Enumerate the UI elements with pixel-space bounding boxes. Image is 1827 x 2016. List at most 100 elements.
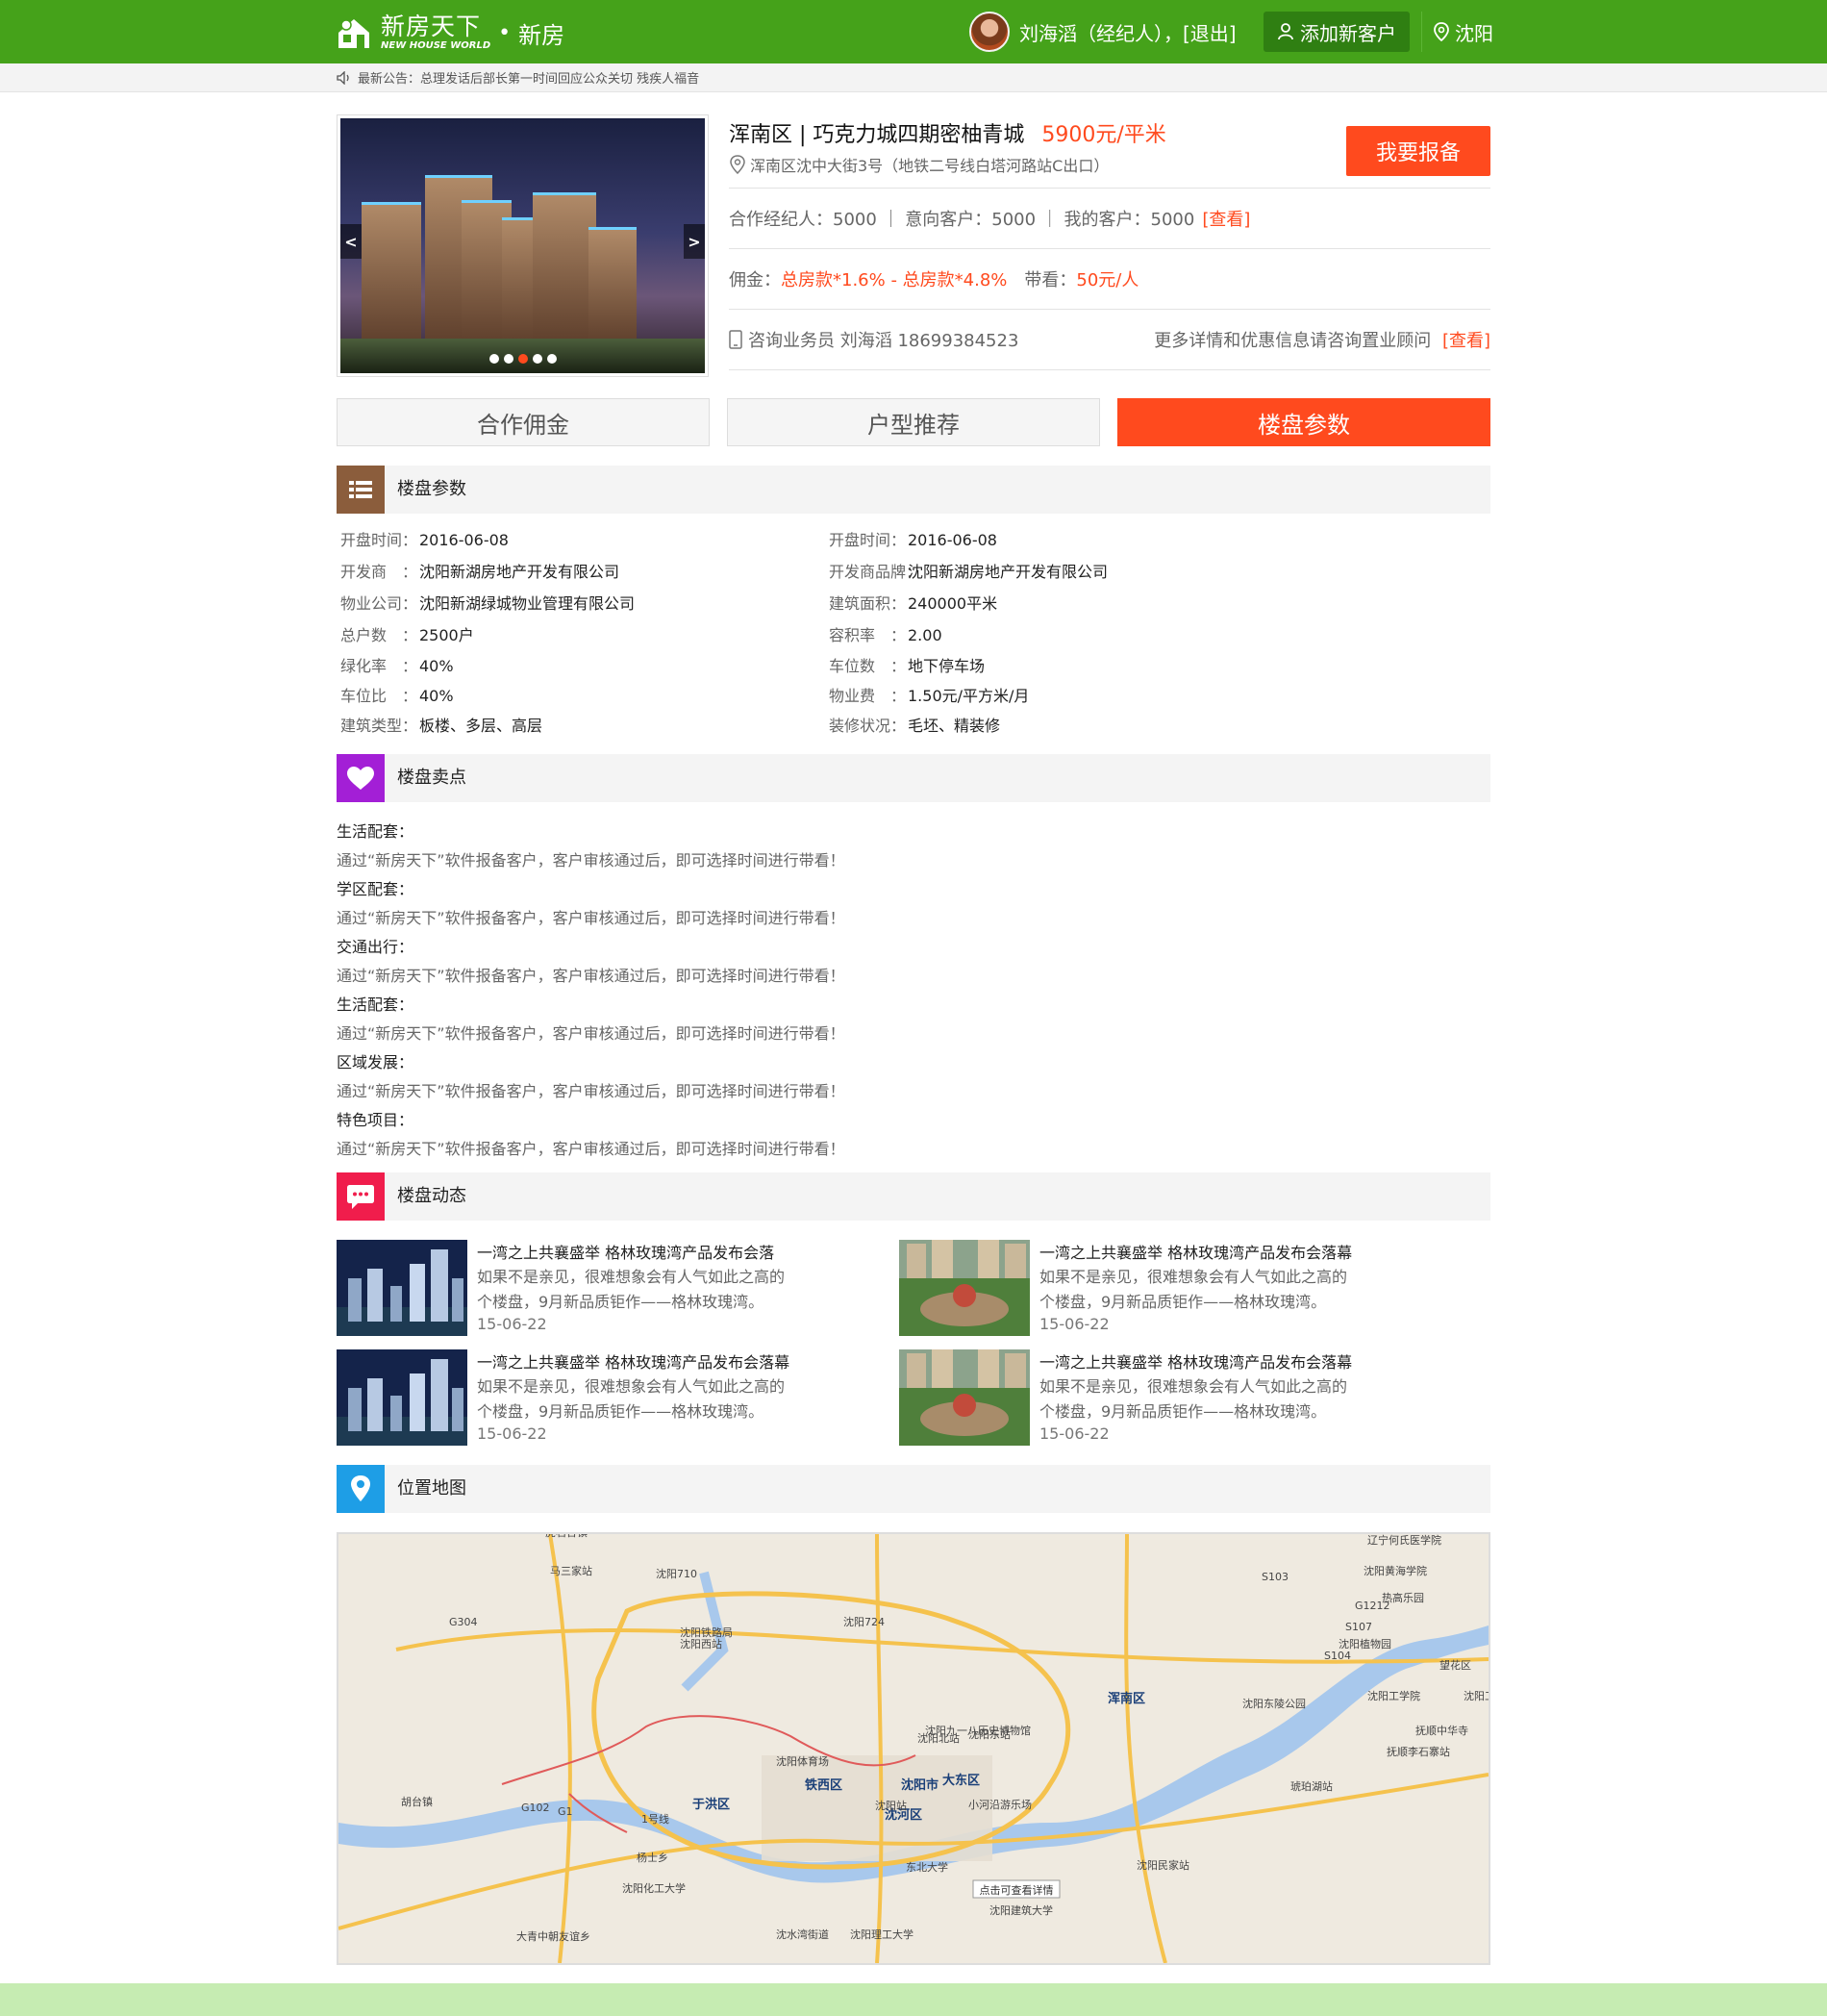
selling-point-text: 通过“新房天下”软件报备客户，客户审核通过后，即可选择时间进行带看！ [337, 1140, 845, 1158]
map-label: 马三家站 [550, 1564, 592, 1577]
property-gallery: < > [337, 114, 709, 377]
param-label: 装修状况： [829, 717, 907, 735]
news-item[interactable]: 一湾之上共襄盛举 格林玫瑰湾产品发布会落幕 如果不是亲见，很难想象会有人气如此之… [899, 1240, 1438, 1336]
map-pin-icon [337, 1465, 385, 1513]
gallery-dot[interactable] [488, 354, 499, 364]
param-row: 装修状况： 毛坯、精装修 [829, 713, 1000, 736]
param-value: 地下停车场 [908, 657, 986, 675]
param-label: 物业公司： [340, 594, 418, 613]
map-label: 沈阳站 [875, 1799, 907, 1812]
param-row: 物业费 ： 1.50元/平方米/月 [829, 683, 1029, 706]
news-date: 15-06-22 [477, 1424, 547, 1443]
stats-line: 合作经纪人：5000 ｜ 意向客户：5000 ｜ 我的客户：5000 [查看] [729, 189, 1490, 248]
map-label: 大青中朝友谊乡 [516, 1929, 590, 1943]
param-value: 2.00 [908, 626, 942, 644]
news-thumbnail [337, 1349, 467, 1446]
location-map[interactable]: 沈阳市浑南区铁西区大东区于洪区沈河区沈阳站沈阳北站沈阳东站东北大学沈阳工业大学沈… [337, 1532, 1490, 1965]
param-row: 开盘时间： 2016-06-08 [340, 527, 509, 550]
map-label: 沈阳西站 [680, 1637, 722, 1651]
news-item[interactable]: 一湾之上共襄盛举 格林玫瑰湾产品发布会落幕 如果不是亲见，很难想象会有人气如此之… [337, 1349, 875, 1446]
map-label: 沈阳黄海学院 [1364, 1564, 1427, 1577]
consult-contact: 咨询业务员 刘海滔 18699384523 [748, 331, 1019, 351]
map-canvas[interactable]: 沈阳市浑南区铁西区大东区于洪区沈河区沈阳站沈阳北站沈阳东站东北大学沈阳工业大学沈… [338, 1534, 1489, 1963]
map-detail-tag[interactable]: 点击可查看详情 [980, 1883, 1054, 1897]
map-label: 沈阳体育场 [776, 1754, 829, 1768]
add-customer-button[interactable]: 添加新客户 [1264, 12, 1410, 52]
map-label: 浑南区 [1108, 1691, 1145, 1706]
logo-english-text: NEW HOUSE WORLD [381, 40, 491, 51]
news-desc: 如果不是亲见，很难想象会有人气如此之高的个楼盘，9月新品质钜作——格林玫瑰湾。 [1039, 1268, 1348, 1311]
map-label: 沈阳工学院 [1367, 1689, 1420, 1702]
city-label: 沈阳 [1455, 21, 1493, 45]
gallery-dot[interactable] [532, 354, 542, 364]
list-icon [337, 466, 385, 514]
news-item[interactable]: 一湾之上共襄盛举 格林玫瑰湾产品发布会落幕 如果不是亲见，很难想象会有人气如此之… [899, 1349, 1438, 1446]
param-row: 绿化率 ： 40% [340, 653, 454, 676]
map-label: 抚顺中华寺 [1415, 1724, 1468, 1737]
param-value: 240000平米 [908, 594, 998, 613]
gallery-prev-button[interactable]: < [340, 224, 362, 259]
report-button[interactable]: 我要报备 [1346, 126, 1490, 176]
selling-points-list: 生活配套： 通过“新房天下”软件报备客户，客户审核通过后，即可选择时间进行带看！ 学… [337, 818, 1202, 1164]
property-title: 浑南区 | 巧克力城四期密柚青城 [729, 123, 1025, 147]
gallery-dot[interactable] [503, 354, 513, 364]
stats-view-link[interactable]: [查看] [1202, 206, 1250, 231]
consult-view-link[interactable]: [查看] [1442, 331, 1490, 351]
selling-point-heading: 学区配套： [337, 880, 414, 898]
map-label: G304 [449, 1616, 478, 1628]
gallery-dot[interactable] [517, 354, 528, 364]
map-label: 沈阳工业大学 [1464, 1689, 1489, 1702]
pin-icon [730, 155, 745, 174]
news-desc: 如果不是亲见，很难想象会有人气如此之高的个楼盘，9月新品质钜作——格林玫瑰湾。 [477, 1268, 786, 1311]
stats-text: 合作经纪人：5000 ｜ 意向客户：5000 ｜ 我的客户：5000 [729, 210, 1195, 230]
param-row: 物业公司： 沈阳新湖绿城物业管理有限公司 [340, 591, 635, 614]
avatar[interactable] [969, 12, 1010, 52]
param-value: 沈阳新湖房地产开发有限公司 [908, 563, 1109, 581]
site-logo[interactable]: 新房天下 NEW HOUSE WORLD • 新房 [335, 12, 564, 54]
heart-icon [337, 754, 385, 802]
logo-separator: • [498, 20, 512, 45]
section-name: 新房 [518, 21, 565, 49]
notice-bar: 最新公告：总理发话后部长第一时间回应公众关切 残疾人福音 [0, 63, 1827, 92]
param-row: 建筑类型： 板楼、多层、高层 [340, 713, 542, 736]
building-shape [533, 192, 596, 344]
section-title: 位置地图 [397, 1478, 466, 1499]
tab-parameters[interactable]: 楼盘参数 [1117, 398, 1490, 446]
visit-value: 50元/人 [1076, 270, 1139, 290]
gallery-next-button[interactable]: > [684, 224, 705, 259]
tab-commission[interactable]: 合作佣金 [337, 398, 710, 446]
city-selector[interactable]: 沈阳 [1421, 12, 1493, 52]
gallery-dot[interactable] [546, 354, 557, 364]
chat-icon [337, 1172, 385, 1221]
selling-point-text: 通过“新房天下”软件报备客户，客户审核通过后，即可选择时间进行带看！ [337, 1024, 845, 1043]
map-label: 沈阳理工大学 [850, 1928, 914, 1941]
param-label: 开发商品牌： [829, 563, 922, 581]
news-item[interactable]: 一湾之上共襄盛举 格林玫瑰湾产品发布会落 如果不是亲见，很难想象会有人气如此之高… [337, 1240, 875, 1336]
param-value: 沈阳新湖房地产开发有限公司 [419, 563, 620, 581]
user-add-icon [1278, 23, 1293, 40]
commission-line: 佣金： 总房款*1.6% - 总房款*4.8% 带看： 50元/人 [729, 249, 1490, 309]
selling-point-text: 通过“新房天下”软件报备客户，客户审核通过后，即可选择时间进行带看！ [337, 851, 845, 869]
announcement[interactable]: 最新公告：总理发话后部长第一时间回应公众关切 残疾人福音 [337, 68, 699, 87]
map-label: 沈阳东陵公园 [1242, 1697, 1306, 1710]
section-title: 楼盘动态 [397, 1186, 466, 1206]
map-label: 大东区 [942, 1773, 980, 1788]
visit-label: 带看： [1024, 270, 1077, 290]
param-label: 绿化率 ： [340, 657, 418, 675]
param-value: 1.50元/平方米/月 [908, 687, 1030, 705]
house-logo-icon [338, 19, 369, 48]
selling-point-heading: 生活配套： [337, 822, 414, 841]
news-desc: 如果不是亲见，很难想象会有人气如此之高的个楼盘，9月新品质钜作——格林玫瑰湾。 [477, 1377, 786, 1421]
param-row: 建筑面积： 240000平米 [829, 591, 997, 614]
news-thumbnail [899, 1240, 1030, 1336]
user-name-logout[interactable]: 刘海滔（经纪人），[退出] [1019, 18, 1237, 46]
address-text: 浑南区沈中大街3号（地铁二号线白塔河路站C出口） [750, 157, 1110, 175]
param-value: 40% [419, 687, 454, 705]
tab-floor-plans[interactable]: 户型推荐 [727, 398, 1100, 446]
param-value: 2500户 [419, 626, 474, 644]
news-thumbnail [337, 1240, 467, 1336]
location-icon [1434, 22, 1449, 41]
map-label: 辽宁何氏医学院 [1367, 1534, 1441, 1547]
selling-point-heading: 特色项目： [337, 1111, 414, 1129]
map-label: 于洪区 [692, 1797, 730, 1812]
